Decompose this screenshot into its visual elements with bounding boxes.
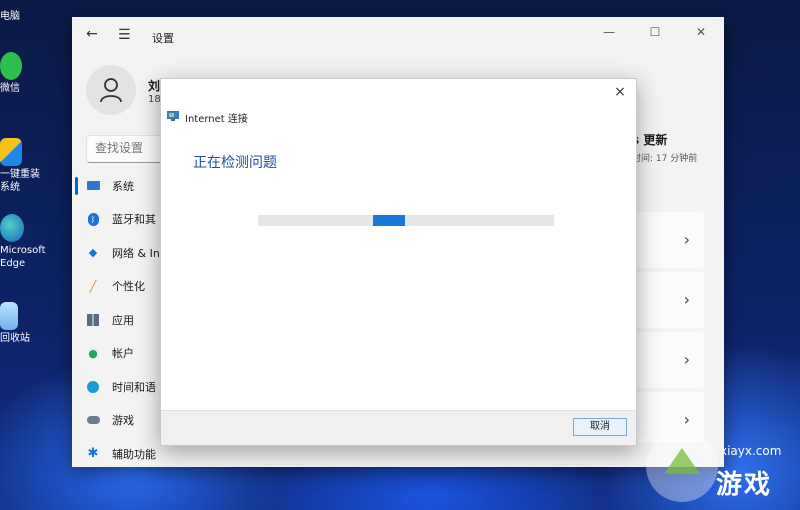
sidebar-item-label: 时间和语 [112,380,156,394]
maximize-button[interactable]: ☐ [632,17,678,47]
watermark-text: 游戏 [716,470,773,500]
desktop-icon-recycle-bin[interactable]: 回收站 [0,302,40,345]
progress-marquee [373,215,405,226]
sidebar-item-label: 网络 & In [112,246,160,260]
desktop-icon-edge[interactable]: Microsoft Edge [0,214,46,270]
clock-globe-icon [86,380,100,394]
sidebar-item-time-language[interactable]: 时间和语 [72,370,172,404]
sidebar-item-accounts[interactable]: ● 帐户 [72,337,172,371]
settings-card[interactable]: › [632,212,704,268]
sidebar-item-label: 蓝牙和其 [112,213,156,227]
desktop-icon-label: Microsoft Edge [0,245,46,269]
sidebar-item-label: 帐户 [112,347,134,361]
edge-icon [0,214,24,242]
desktop-icon-label: 电脑 [0,11,20,22]
sidebar-item-label: 个性化 [112,280,145,294]
dialog-heading: 正在检测问题 [193,155,277,171]
dialog-close-button[interactable]: × [610,82,630,102]
sidebar-item-label: 辅助功能 [112,447,156,461]
sidebar-item-accessibility[interactable]: ✱ 辅助功能 [72,437,172,471]
minimize-button[interactable]: — [586,17,632,47]
sidebar-item-label: 系统 [112,179,134,193]
sidebar-item-system[interactable]: 系统 [72,169,172,203]
monitor-icon [86,179,100,193]
sidebar-item-bluetooth[interactable]: ᛒ 蓝牙和其 [72,203,172,237]
chevron-right-icon: › [683,290,690,309]
desktop-icon-computer[interactable]: 电脑 [0,0,40,23]
desktop-icon-reinstall[interactable]: 一键重装 系统 [0,138,40,194]
watermark-logo [646,430,718,502]
sidebar-item-label: 游戏 [112,414,134,428]
desktop-icon-label: 一键重装 系统 [0,169,40,193]
gamepad-icon [86,413,100,427]
sidebar-item-gaming[interactable]: 游戏 [72,404,172,438]
person-icon [100,78,122,103]
chevron-right-icon: › [683,230,690,249]
windows-update-status: 时间: 17 分钟前 [632,154,698,164]
settings-card[interactable]: › [632,272,704,328]
desktop-icon-label: 微信 [0,83,20,94]
person-icon: ● [88,346,98,360]
windows-update-title[interactable]: s 更新 [632,131,667,148]
sidebar-item-label: 应用 [112,313,134,327]
internet-connection-dialog: × Internet 连接 正在检测问题 取消 [160,78,637,446]
dialog-title: Internet 连接 [185,114,248,125]
apps-icon [86,313,100,327]
wechat-icon [0,52,22,80]
user-name: 刘 [148,79,161,93]
back-arrow-icon[interactable]: ← [86,27,98,41]
window-title: 设置 [152,32,174,45]
recycle-bin-icon [0,302,18,330]
chevron-right-icon: › [683,350,690,369]
accessibility-icon: ✱ [87,446,99,462]
wifi-icon: ◆ [88,246,98,260]
sidebar-item-network[interactable]: ◆ 网络 & In [72,236,172,270]
site-watermark: xiayx.com 游戏 [602,424,800,510]
progress-bar [258,215,554,226]
avatar [86,65,136,115]
titlebar: ← ☰ 设置 — ☐ ✕ [72,17,724,53]
bluetooth-icon: ᛒ [86,212,100,226]
sidebar-item-apps[interactable]: 应用 [72,303,172,337]
dialog-footer: 取消 [161,410,636,445]
watermark-url: xiayx.com [720,444,782,458]
close-button[interactable]: ✕ [678,17,724,47]
settings-card[interactable]: › [632,332,704,388]
troubleshooter-icon [167,111,179,121]
sidebar-item-personalization[interactable]: ╱ 个性化 [72,270,172,304]
shield-icon [0,138,22,166]
hamburger-menu-icon[interactable]: ☰ [118,27,131,43]
brush-icon: ╱ [89,279,97,293]
desktop-icon-wechat[interactable]: 微信 [0,52,40,95]
desktop-icon-label: 回收站 [0,333,30,344]
sidebar-nav: 系统 ᛒ 蓝牙和其 ◆ 网络 & In ╱ 个性化 应用 ● 帐户 时间和语 游… [72,169,172,471]
